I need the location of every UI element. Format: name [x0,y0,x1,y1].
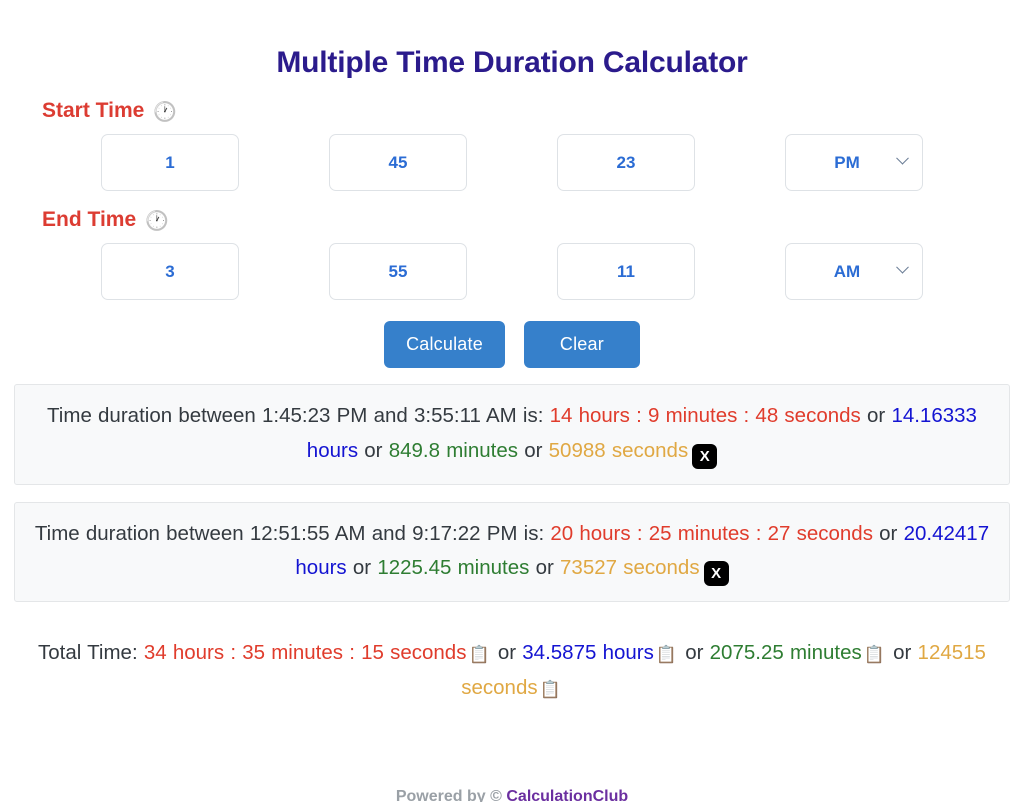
result-end-time: 3:55:11 AM [414,404,517,428]
start-time-inputs: 1 45 23 PM [0,134,1024,192]
footer: Powered by © CalculationClub [0,788,1024,802]
result-row: Time duration between 1:45:23 PM and 3:5… [14,384,1010,485]
clipboard-icon[interactable]: 📋 [656,645,677,664]
result-row: Time duration between 12:51:55 AM and 9:… [14,501,1010,603]
end-second-input[interactable]: 11 [557,243,695,301]
clock-icon: 🕐 [153,101,177,123]
total-minutes: 2075.25 minutes [709,641,862,665]
footer-brand-link[interactable]: CalculationClub [506,788,628,802]
end-time-label: End Time 🕐 [0,208,1024,232]
result-or: or [867,404,886,428]
total-or: or [893,641,912,665]
total-hms: 34 hours : 35 minutes : 15 seconds [143,641,467,665]
start-minute-input[interactable]: 45 [329,134,467,192]
result-start-time: 1:45:23 PM [262,404,368,428]
end-second-cell: 11 [557,243,785,301]
start-time-label: Start Time 🕐 [0,99,1024,123]
result-start-time: 12:51:55 AM [249,521,366,545]
end-meridiem-cell: AM [785,243,1013,301]
result-prefix: Time duration between [47,404,256,428]
start-minute-cell: 45 [329,134,557,192]
close-icon[interactable]: X [703,561,729,587]
clipboard-icon[interactable]: 📋 [540,680,561,699]
start-hour-input[interactable]: 1 [101,134,239,192]
start-meridiem-cell: PM [785,134,1013,192]
action-buttons: Calculate Clear [0,321,1024,369]
start-hour-cell: 1 [101,134,329,192]
result-or: or [364,438,383,462]
result-and: and [373,404,408,428]
result-minutes: 849.8 minutes [388,438,518,462]
result-hms: 14 hours : 9 minutes : 48 seconds [549,404,861,428]
result-or: or [535,556,554,580]
result-or: or [352,556,372,580]
close-icon[interactable]: X [692,443,718,469]
result-hms: 20 hours : 25 minutes : 27 seconds [550,521,873,545]
page-title: Multiple Time Duration Calculator [276,46,748,80]
total-time-label: Total Time: [38,641,138,665]
result-or: or [879,521,898,545]
start-time-label-text: Start Time [42,99,145,123]
end-time-label-text: End Time [42,208,137,232]
result-end-time: 9:17:22 PM [412,521,518,545]
result-or: or [524,438,543,462]
clear-button[interactable]: Clear [523,321,640,369]
end-hour-cell: 3 [101,243,329,301]
clipboard-icon[interactable]: 📋 [468,645,489,664]
result-is: is: [522,404,544,428]
total-hours: 34.5875 hours [522,641,654,665]
result-minutes: 1225.45 minutes [377,556,530,580]
end-minute-cell: 55 [329,243,557,301]
total-time-row: Total Time: 34 hours : 35 minutes : 15 s… [0,636,1024,705]
result-seconds: 73527 seconds [560,556,700,580]
end-meridiem-select[interactable]: AM [785,243,923,301]
start-second-input[interactable]: 23 [557,134,695,192]
result-prefix: Time duration between [34,521,244,545]
result-is: is: [523,521,545,545]
result-and: and [371,521,406,545]
end-time-inputs: 3 55 11 AM [0,243,1024,301]
end-hour-input[interactable]: 3 [101,243,239,301]
start-second-cell: 23 [557,134,785,192]
calculator-page: Multiple Time Duration Calculator Start … [0,20,1024,802]
calculate-button[interactable]: Calculate [384,321,505,369]
result-seconds: 50988 seconds [548,438,689,462]
start-meridiem-select[interactable]: PM [785,134,923,192]
clock-icon: 🕐 [145,210,169,232]
clipboard-icon[interactable]: 📋 [864,645,885,664]
end-minute-input[interactable]: 55 [329,243,467,301]
footer-powered-text: Powered by © [395,788,502,802]
total-or: or [497,641,517,665]
total-or: or [685,641,704,665]
